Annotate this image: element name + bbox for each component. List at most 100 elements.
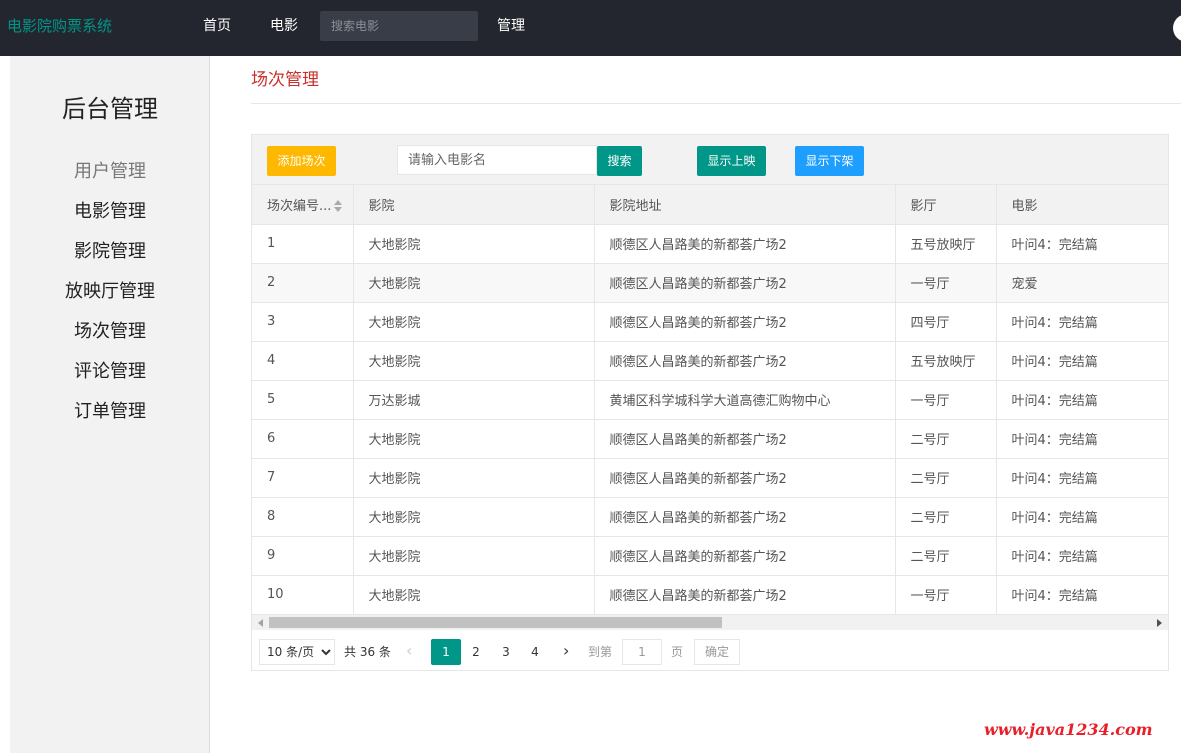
page-unit-label: 页 [671,645,684,659]
scroll-left-arrow-icon[interactable] [258,619,263,627]
table-row[interactable]: 10 大地影院 顺德区人昌路美的新都荟广场2 一号厅 叶问4：完结篇 [252,575,1168,615]
nav-movie[interactable]: 电影 [270,17,298,35]
movie-search-input[interactable] [320,11,478,41]
watermark: www.java1234.com [984,720,1153,739]
cell-address: 顺德区人昌路美的新都荟广场2 [594,224,896,264]
movie-name-input[interactable] [397,145,597,175]
sidebar-title: 后台管理 [62,95,158,123]
page-3-button[interactable]: 3 [491,639,521,665]
cell-hall: 二号厅 [895,497,997,537]
goto-page-input[interactable] [622,639,662,665]
cell-cinema: 大地影院 [353,497,595,537]
sidebar-item-movies[interactable]: 电影管理 [10,200,210,224]
cell-movie: 叶问4：完结篇 [996,419,1168,459]
column-header-cinema: 影院 [353,185,595,225]
pagination: 10 条/页 共 36 条 ‹ 1 2 3 4 › 到第 页 确定 [252,631,1168,671]
cell-movie: 叶问4：完结篇 [996,341,1168,381]
page-4-button[interactable]: 4 [520,639,550,665]
cell-hall: 一号厅 [895,380,997,420]
cell-cinema: 大地影院 [353,536,595,576]
table-toolbar: 添加场次 搜索 显示上映 显示下架 [252,135,1168,185]
table-header-row: 场次编号... 影院 影院地址 影厅 电影 [252,185,1168,225]
avatar[interactable] [1173,14,1181,42]
cell-cinema: 大地影院 [353,575,595,615]
cell-id: 4 [252,341,354,381]
cell-id: 1 [252,224,354,264]
cell-hall: 一号厅 [895,263,997,303]
cell-address: 顺德区人昌路美的新都荟广场2 [594,458,896,498]
cell-id: 2 [252,263,354,303]
nav-manage[interactable]: 管理 [497,17,525,35]
cell-address: 顺德区人昌路美的新都荟广场2 [594,341,896,381]
cell-cinema: 大地影院 [353,263,595,303]
cell-cinema: 大地影院 [353,302,595,342]
cell-movie: 宠爱 [996,263,1168,303]
sidebar-item-orders[interactable]: 订单管理 [10,400,210,424]
page-size-select[interactable]: 10 条/页 [259,639,335,665]
column-header-id[interactable]: 场次编号... [252,185,354,225]
cell-cinema: 大地影院 [353,224,595,264]
search-button[interactable]: 搜索 [597,146,642,176]
sort-icon[interactable] [334,200,343,213]
brand-logo[interactable]: 电影院购票系统 [7,16,112,36]
column-header-id-label: 场次编号... [267,198,332,214]
scrollbar-thumb[interactable] [269,617,722,628]
cell-id: 6 [252,419,354,459]
cell-hall: 一号厅 [895,575,997,615]
cell-cinema: 万达影城 [353,380,595,420]
cell-id: 7 [252,458,354,498]
sidebar-item-comments[interactable]: 评论管理 [10,360,210,384]
title-divider [251,103,1181,104]
cell-cinema: 大地影院 [353,341,595,381]
admin-sidebar: 后台管理 用户管理 电影管理 影院管理 放映厅管理 场次管理 评论管理 订单管理 [10,56,210,753]
schedule-table: 场次编号... 影院 影院地址 影厅 电影 1 大地影院 顺德区人昌路美的新都荟… [252,185,1168,615]
cell-id: 5 [252,380,354,420]
cell-hall: 二号厅 [895,419,997,459]
cell-address: 顺德区人昌路美的新都荟广场2 [594,536,896,576]
prev-page-icon[interactable]: ‹ [406,642,412,660]
cell-movie: 叶问4：完结篇 [996,302,1168,342]
cell-movie: 叶问4：完结篇 [996,497,1168,537]
scroll-right-arrow-icon[interactable] [1157,619,1162,627]
column-header-address: 影院地址 [594,185,896,225]
cell-id: 3 [252,302,354,342]
sidebar-item-halls[interactable]: 放映厅管理 [10,280,210,304]
table-row[interactable]: 9 大地影院 顺德区人昌路美的新都荟广场2 二号厅 叶问4：完结篇 [252,536,1168,576]
total-count: 共 36 条 [344,645,391,659]
sidebar-item-users[interactable]: 用户管理 [10,160,210,184]
goto-label: 到第 [588,645,613,659]
cell-hall: 五号放映厅 [895,224,997,264]
cell-movie: 叶问4：完结篇 [996,458,1168,498]
sidebar-item-schedules[interactable]: 场次管理 [10,320,210,344]
table-row[interactable]: 6 大地影院 顺德区人昌路美的新都荟广场2 二号厅 叶问4：完结篇 [252,419,1168,459]
table-row[interactable]: 5 万达影城 黄埔区科学城科学大道高德汇购物中心 一号厅 叶问4：完结篇 [252,380,1168,420]
cell-cinema: 大地影院 [353,458,595,498]
top-navbar: 电影院购票系统 首页 电影 管理 [0,0,1181,56]
sidebar-item-cinemas[interactable]: 影院管理 [10,240,210,264]
page-2-button[interactable]: 2 [461,639,491,665]
page-title: 场次管理 [251,70,319,90]
cell-movie: 叶问4：完结篇 [996,575,1168,615]
table-row[interactable]: 1 大地影院 顺德区人昌路美的新都荟广场2 五号放映厅 叶问4：完结篇 [252,224,1168,264]
add-schedule-button[interactable]: 添加场次 [267,146,336,176]
table-row[interactable]: 4 大地影院 顺德区人昌路美的新都荟广场2 五号放映厅 叶问4：完结篇 [252,341,1168,381]
next-page-icon[interactable]: › [563,642,569,660]
show-onscreen-button[interactable]: 显示上映 [697,146,766,176]
schedule-table-panel: 添加场次 搜索 显示上映 显示下架 场次编号... 影院 影院地址 影厅 电影 … [251,134,1169,671]
horizontal-scrollbar[interactable] [252,614,1168,630]
cell-address: 顺德区人昌路美的新都荟广场2 [594,263,896,303]
cell-movie: 叶问4：完结篇 [996,380,1168,420]
table-row[interactable]: 2 大地影院 顺德区人昌路美的新都荟广场2 一号厅 宠爱 [252,263,1168,303]
cell-id: 9 [252,536,354,576]
goto-confirm-button[interactable]: 确定 [694,639,740,665]
cell-address: 顺德区人昌路美的新都荟广场2 [594,575,896,615]
show-offscreen-button[interactable]: 显示下架 [795,146,864,176]
cell-hall: 五号放映厅 [895,341,997,381]
page-1-button[interactable]: 1 [431,639,461,665]
table-row[interactable]: 8 大地影院 顺德区人昌路美的新都荟广场2 二号厅 叶问4：完结篇 [252,497,1168,537]
column-header-movie: 电影 [996,185,1168,225]
table-row[interactable]: 3 大地影院 顺德区人昌路美的新都荟广场2 四号厅 叶问4：完结篇 [252,302,1168,342]
column-header-hall: 影厅 [895,185,997,225]
nav-home[interactable]: 首页 [203,17,231,35]
table-row[interactable]: 7 大地影院 顺德区人昌路美的新都荟广场2 二号厅 叶问4：完结篇 [252,458,1168,498]
